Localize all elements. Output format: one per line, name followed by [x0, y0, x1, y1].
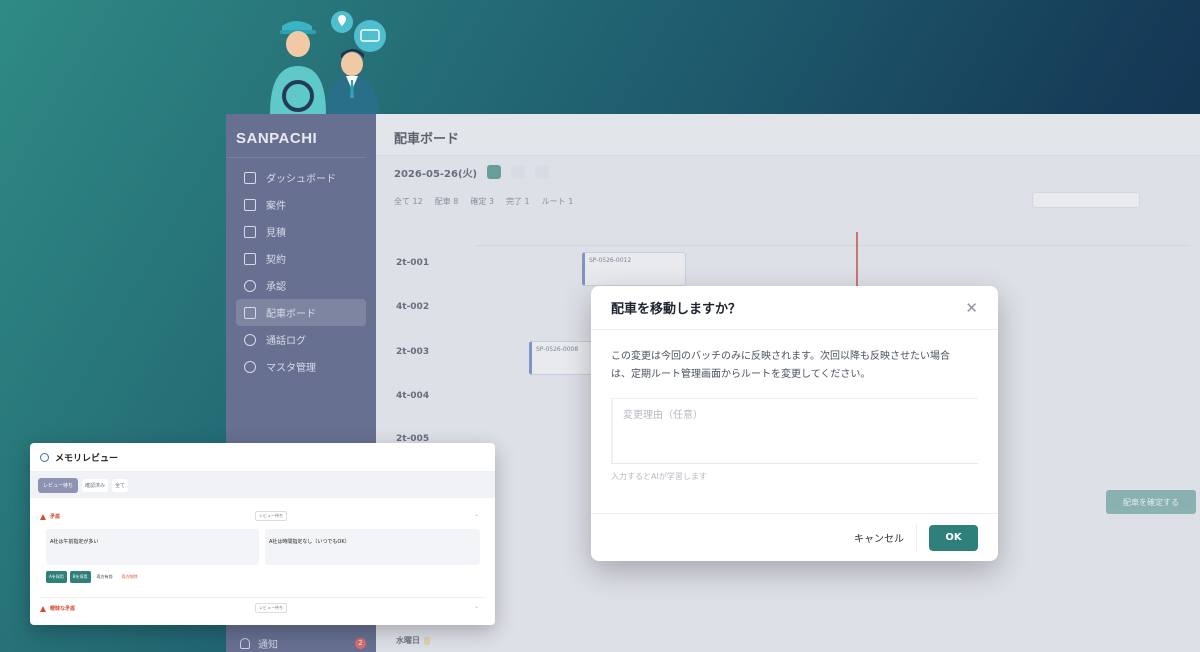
weekday-text: 水曜日: [396, 636, 420, 645]
nav-label: 通話ログ: [266, 336, 306, 347]
ai-learning-hint: 入力するとAIが学習します: [611, 472, 707, 481]
memory-review-title: メモリレビュー: [55, 453, 119, 464]
filter-tag[interactable]: 確定 3: [470, 196, 494, 207]
tab-pending-review[interactable]: レビュー待ち: [38, 477, 79, 493]
section-title-text: 矛盾: [50, 514, 61, 520]
date-display[interactable]: 2026-05-26(火): [394, 165, 477, 180]
dialog-message-line: この変更は今回のバッチのみに反映されます。次回以降も反映させたい場合: [611, 351, 950, 362]
status-filters: 全て 12 配車 8 確定 3 完了 1 ルート 1: [394, 196, 573, 207]
contradiction-section[interactable]: 矛盾 レビュー待ち ⌄: [40, 511, 485, 521]
dialog-footer: キャンセル OK: [591, 513, 998, 561]
chevron-down-icon[interactable]: ⌄: [474, 603, 479, 610]
dialog-header: 配車を移動しますか？ ✕: [591, 286, 998, 330]
filter-tag[interactable]: 完了 1: [506, 196, 530, 207]
confirm-dispatch-button[interactable]: 配車を確定する: [1106, 490, 1196, 514]
notification-label: 通知: [258, 639, 278, 651]
briefcase-icon: [244, 198, 256, 211]
weekday-label: 水曜日 ​: [396, 635, 430, 646]
vehicle-id: 4t-004: [396, 391, 430, 401]
document-icon: [244, 225, 256, 238]
memory-review-header: メモリレビュー: [30, 443, 495, 472]
vehicle-row: 4t-002: [396, 302, 429, 312]
ok-button[interactable]: OK: [929, 524, 978, 551]
staff-illustration: [270, 11, 386, 114]
nav-item-approval[interactable]: 承認: [236, 272, 366, 299]
warning-icon: [40, 513, 46, 520]
resolution-actions: Aを採用 Bを採用 両方有効 両方削除: [46, 571, 141, 583]
nav-item-contracts[interactable]: 契約: [236, 245, 366, 272]
dialog-body: この変更は今回のバッチのみに反映されます。次回以降も反映させたい場合 は、定期ル…: [591, 330, 998, 486]
vehicle-row: 2t-001: [396, 258, 429, 268]
move-dispatch-dialog: 配車を移動しますか？ ✕ この変更は今回のバッチのみに反映されます。次回以降も反…: [591, 286, 998, 561]
warning-icon: [40, 605, 46, 612]
nav-label: ダッシュボード: [266, 174, 336, 185]
nav-label: マスタ管理: [266, 363, 316, 374]
both-valid-button[interactable]: 両方有効: [94, 574, 116, 580]
delete-both-button[interactable]: 両方削除: [119, 574, 141, 580]
memory-card-text: A社は時間指定なし（いつでもOK）: [269, 539, 350, 545]
contract-icon: [244, 252, 256, 265]
dialog-message-line: は、定期ルート管理画面からルートを変更してください。: [611, 369, 871, 380]
adopt-b-button[interactable]: Bを採用: [69, 571, 91, 583]
view-toggle-active[interactable]: ​: [487, 165, 502, 179]
database-icon: [244, 360, 256, 373]
cancel-button[interactable]: キャンセル: [842, 524, 917, 551]
memory-card-text: A社は午前指定が多い: [50, 539, 99, 545]
close-icon[interactable]: ✕: [965, 299, 978, 317]
filter-tag[interactable]: ルート 1: [542, 196, 574, 207]
phone-icon: [244, 333, 256, 346]
nav-item-call-log[interactable]: 通話ログ: [236, 326, 366, 353]
nav-item-dispatch-board[interactable]: 配車ボード: [236, 299, 366, 326]
view-toggle[interactable]: ​: [511, 165, 526, 179]
chevron-down-icon[interactable]: ⌄: [474, 511, 479, 518]
vehicle-id: 4t-002: [396, 302, 430, 312]
memory-review-tabs: レビュー待ち 確認済み 全て: [30, 472, 495, 498]
nav-label: 案件: [266, 201, 286, 212]
board-toolbar: 2026-05-26(火) ​ ​ ​: [394, 162, 1192, 182]
nav-label: 見積: [266, 228, 286, 239]
vehicle-row: 2t-003: [396, 347, 429, 357]
ambiguous-section[interactable]: 曖昧な矛盾 レビュー待ち ⌄: [40, 603, 485, 613]
tab-confirmed[interactable]: 確認済み: [82, 478, 109, 492]
route-filter[interactable]: ​: [535, 165, 550, 179]
bell-icon: [240, 637, 250, 649]
memory-review-panel: メモリレビュー レビュー待ち 確認済み 全て 矛盾 レビュー待ち ⌄ A社は午前…: [30, 443, 495, 625]
brand-logo: SANPACHI: [226, 130, 366, 158]
board-search-input[interactable]: [1032, 192, 1140, 208]
tab-all[interactable]: 全て: [112, 478, 129, 492]
filter-all[interactable]: 全て 12: [394, 196, 423, 207]
page-title: 配車ボード: [376, 114, 1200, 156]
info-icon: [40, 452, 49, 462]
divider: [40, 597, 485, 598]
nav-label: 契約: [266, 255, 286, 266]
filter-tag[interactable]: 配車 8: [435, 196, 459, 207]
dispatch-card[interactable]: SP-0526-0012: [582, 252, 686, 286]
nav-item-projects[interactable]: 案件: [236, 191, 366, 218]
nav-item-estimates[interactable]: 見積: [236, 218, 366, 245]
section-title-text: 曖昧な矛盾: [50, 606, 76, 612]
nav-label: 配車ボード: [266, 309, 316, 320]
truck-icon: [244, 306, 256, 319]
adopt-a-button[interactable]: Aを採用: [46, 571, 67, 583]
vehicle-row: 4t-004: [396, 391, 429, 401]
nav-item-dashboard[interactable]: ダッシュボード: [236, 164, 366, 191]
notification-badge: 2: [355, 637, 366, 649]
change-reason-input[interactable]: 変更理由（任意）: [611, 398, 978, 464]
notification-item[interactable]: 通知 2: [240, 634, 366, 652]
section-status-badge: レビュー待ち: [255, 603, 287, 613]
check-circle-icon: [244, 279, 256, 292]
vehicle-id: 2t-003: [396, 347, 430, 357]
nav-label: 承認: [266, 282, 286, 293]
grid-icon: [244, 171, 256, 184]
section-status-badge: レビュー待ち: [255, 511, 287, 521]
timeline-header: [476, 236, 1190, 246]
dialog-title: 配車を移動しますか？: [611, 302, 742, 317]
memory-card-b: A社は時間指定なし（いつでもOK）: [265, 529, 480, 565]
memory-card-a: A社は午前指定が多い: [46, 529, 259, 565]
nav-item-master[interactable]: マスタ管理: [236, 353, 366, 380]
vehicle-id: 2t-001: [396, 258, 430, 268]
weekday-tag: ​: [424, 636, 430, 645]
